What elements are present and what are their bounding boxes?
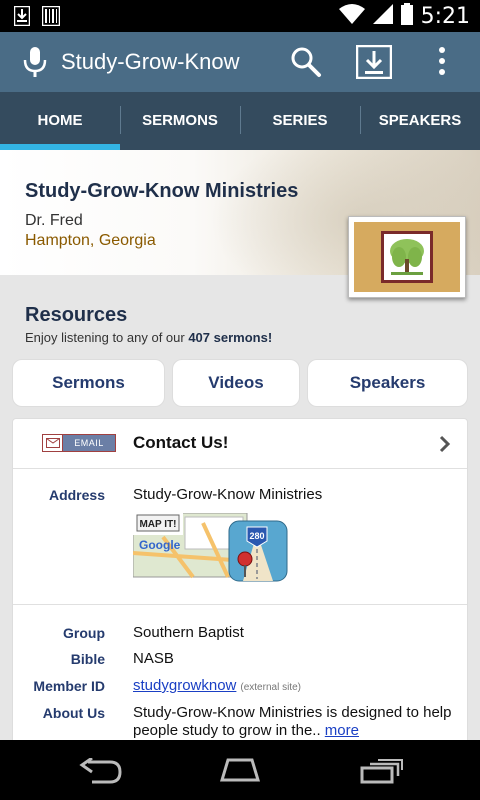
sermons-button[interactable]: Sermons <box>12 359 165 407</box>
group-label: Group <box>63 625 105 641</box>
resources-subtitle: Enjoy listening to any of our 407 sermon… <box>25 330 273 345</box>
speakers-button[interactable]: Speakers <box>307 359 468 407</box>
tab-sermons[interactable]: SERMONS <box>120 92 240 150</box>
member-id-row: studygrowknow (external site) <box>133 677 301 694</box>
sermon-count: 407 sermons! <box>188 330 273 345</box>
church-name: Study-Grow-Know Ministries <box>25 180 299 202</box>
download-icon[interactable] <box>355 44 393 84</box>
route-number: 280 <box>249 531 264 541</box>
bible-value: NASB <box>133 650 174 667</box>
home-icon[interactable] <box>216 758 264 787</box>
clock: 5:21 <box>420 4 470 29</box>
download-notification-icon <box>13 5 31 31</box>
status-bar: 5:21 <box>0 0 480 32</box>
contact-us-row[interactable]: EMAIL Contact Us! <box>13 419 467 469</box>
about-us-text: Study-Grow-Know Ministries is designed t… <box>133 704 452 739</box>
contact-us-label: Contact Us! <box>133 433 229 452</box>
bible-label: Bible <box>70 651 105 667</box>
tab-speakers[interactable]: SPEAKERS <box>360 92 480 150</box>
group-value: Southern Baptist <box>133 624 244 641</box>
chevron-right-icon <box>439 435 451 458</box>
speaker-name: Dr. Fred <box>25 212 83 229</box>
action-bar: Study-Grow-Know <box>0 32 480 92</box>
microphone-icon[interactable] <box>22 46 48 83</box>
email-icon: EMAIL <box>42 434 116 452</box>
overflow-menu-icon[interactable] <box>438 46 446 81</box>
barcode-notification-icon <box>41 5 61 31</box>
tab-home[interactable]: HOME <box>0 92 120 150</box>
wifi-icon <box>338 4 365 29</box>
map-it-button[interactable]: MAP IT! Google 280 <box>132 512 289 583</box>
map-it-badge: MAP IT! <box>139 519 176 530</box>
app-title: Study-Grow-Know <box>61 49 240 74</box>
external-site-note: (external site) <box>240 682 301 693</box>
address-value: Study-Grow-Know Ministries <box>133 486 323 503</box>
resources-heading: Resources <box>25 304 128 326</box>
church-location: Hampton, Georgia <box>25 232 156 249</box>
battery-icon <box>400 3 413 30</box>
google-logo: Google <box>139 538 181 552</box>
tab-bar: HOME SERMONS SERIES SPEAKERS <box>0 92 480 150</box>
member-id-label: Member ID <box>33 678 105 694</box>
search-icon[interactable] <box>290 46 322 83</box>
navigation-bar <box>0 740 480 800</box>
member-id-link[interactable]: studygrowknow <box>133 677 236 694</box>
details-card: EMAIL Contact Us! Address Study-Grow-Kno… <box>12 418 468 748</box>
tree-icon <box>381 231 433 283</box>
signal-icon <box>372 4 393 29</box>
tab-series[interactable]: SERIES <box>240 92 360 150</box>
divider <box>13 604 467 605</box>
address-label: Address <box>48 487 105 503</box>
videos-button[interactable]: Videos <box>172 359 300 407</box>
back-icon[interactable] <box>78 756 122 789</box>
recent-apps-icon[interactable] <box>360 758 404 789</box>
more-link[interactable]: more <box>325 722 359 739</box>
church-logo[interactable] <box>348 216 466 298</box>
about-us-label: About Us <box>42 705 105 721</box>
